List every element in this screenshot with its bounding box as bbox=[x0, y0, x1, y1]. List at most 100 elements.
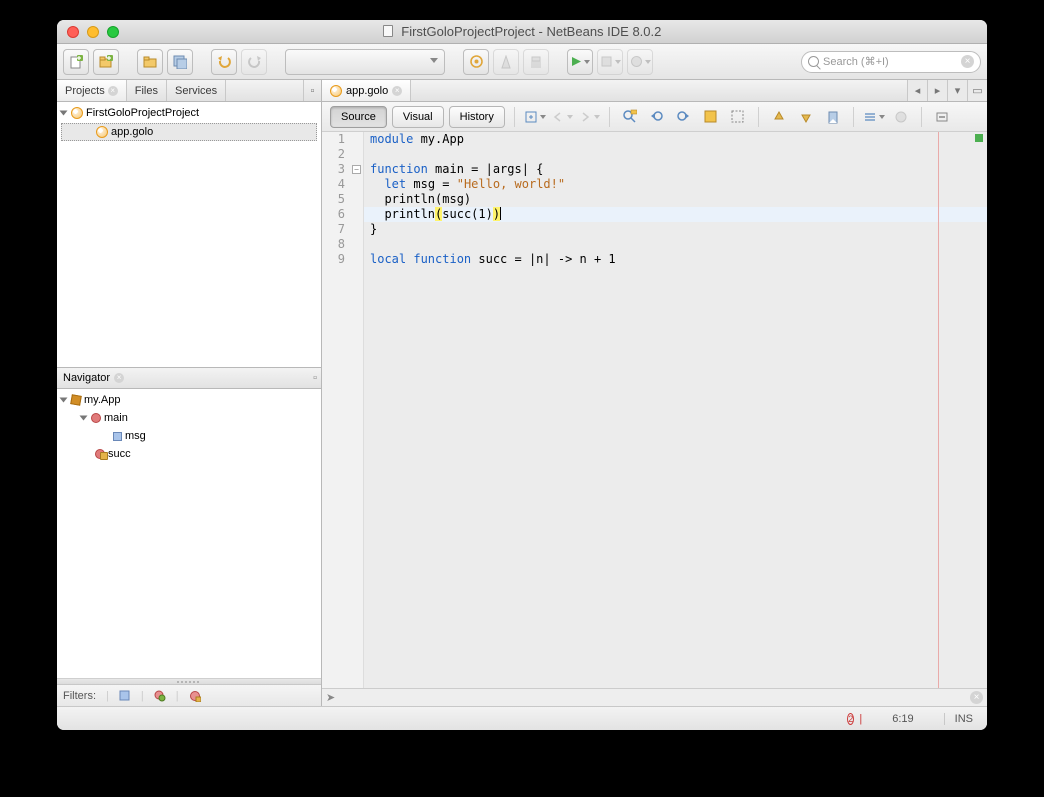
filter-public-icon[interactable] bbox=[154, 690, 166, 702]
prev-bookmark-button[interactable] bbox=[768, 106, 790, 128]
toggle-highlight-button[interactable] bbox=[700, 106, 722, 128]
code-line: function main = |args| { bbox=[364, 162, 987, 177]
nav-module-label: my.App bbox=[84, 394, 120, 406]
status-cursor-position: 6:19 bbox=[892, 713, 913, 725]
nav-module-node[interactable]: my.App bbox=[57, 391, 321, 409]
editor-area: app.golo × ◂ ▸ ▾ ▭ Source Visual History bbox=[322, 80, 987, 706]
golo-file-icon bbox=[330, 85, 342, 97]
code-line bbox=[364, 237, 987, 252]
golo-project-icon bbox=[71, 107, 83, 119]
tab-files[interactable]: Files bbox=[127, 80, 167, 101]
scroll-tabs-left-button[interactable]: ◂ bbox=[907, 80, 927, 101]
macro-button[interactable] bbox=[890, 106, 912, 128]
close-icon[interactable]: × bbox=[108, 86, 118, 96]
tab-services[interactable]: Services bbox=[167, 80, 226, 101]
toggle-rect-select-button[interactable] bbox=[727, 106, 749, 128]
maximize-editor-button[interactable]: ▭ bbox=[967, 80, 987, 101]
project-file-label: app.golo bbox=[111, 126, 153, 138]
navigator-tree[interactable]: my.App main msg succ bbox=[57, 389, 321, 678]
minimize-panel-button[interactable]: ▫ bbox=[313, 372, 317, 384]
run-button[interactable] bbox=[567, 49, 593, 75]
code-area[interactable]: module my.App function main = |args| { l… bbox=[364, 132, 987, 688]
clear-search-icon[interactable]: × bbox=[961, 55, 974, 68]
view-visual-button[interactable]: Visual bbox=[392, 106, 444, 128]
editor-tab-label: app.golo bbox=[346, 85, 388, 97]
code-line: println(msg) bbox=[364, 192, 987, 207]
left-panel-tabs: Projects × Files Services ▫ bbox=[57, 80, 321, 102]
view-history-button[interactable]: History bbox=[449, 106, 505, 128]
expand-icon[interactable] bbox=[80, 416, 88, 421]
close-tab-icon[interactable]: × bbox=[392, 86, 402, 96]
find-next-button[interactable] bbox=[673, 106, 695, 128]
error-badge-icon: 2 bbox=[847, 713, 854, 725]
project-file-node[interactable]: app.golo bbox=[61, 123, 317, 141]
tab-services-label: Services bbox=[175, 85, 217, 97]
build-button[interactable] bbox=[463, 49, 489, 75]
code-editor[interactable]: 1 2 3− 4 5 6 7 8 9 module my.App functio… bbox=[322, 132, 987, 688]
navigator-filters: Filters: | | | bbox=[57, 684, 321, 706]
editor-toolbar: Source Visual History bbox=[322, 102, 987, 132]
close-icon[interactable]: × bbox=[114, 373, 124, 383]
breadcrumb-nav-icon[interactable]: ➤ bbox=[326, 691, 335, 704]
find-prev-button[interactable] bbox=[646, 106, 668, 128]
code-line: } bbox=[364, 222, 987, 237]
status-insert-mode[interactable]: INS bbox=[944, 713, 973, 725]
function-icon bbox=[91, 413, 101, 423]
expand-icon[interactable] bbox=[60, 111, 68, 116]
editor-tabs: app.golo × ◂ ▸ ▾ ▭ bbox=[322, 80, 987, 102]
fold-toggle-icon[interactable]: − bbox=[352, 165, 361, 174]
content-area: Projects × Files Services ▫ FirstGoloPro… bbox=[57, 80, 987, 706]
status-errors[interactable]: 2 | bbox=[847, 713, 862, 725]
ide-window: FirstGoloProjectProject - NetBeans IDE 8… bbox=[57, 20, 987, 730]
projects-tree[interactable]: FirstGoloProjectProject app.golo bbox=[57, 102, 321, 367]
search-placeholder: Search (⌘+I) bbox=[823, 55, 889, 68]
new-file-button[interactable] bbox=[63, 49, 89, 75]
tab-files-label: Files bbox=[135, 85, 158, 97]
nav-succ-node[interactable]: succ bbox=[57, 445, 321, 463]
expand-icon[interactable] bbox=[60, 398, 68, 403]
editor-tab-app-golo[interactable]: app.golo × bbox=[322, 80, 411, 101]
nav-main-node[interactable]: main bbox=[57, 409, 321, 427]
quick-search[interactable]: Search (⌘+I) × bbox=[801, 51, 981, 73]
last-edit-button[interactable] bbox=[524, 106, 546, 128]
back-button[interactable] bbox=[551, 106, 573, 128]
filter-fields-icon[interactable] bbox=[119, 690, 131, 702]
view-source-button[interactable]: Source bbox=[330, 106, 387, 128]
config-dropdown[interactable] bbox=[285, 49, 445, 75]
forward-button[interactable] bbox=[578, 106, 600, 128]
redo-button[interactable] bbox=[241, 49, 267, 75]
scroll-tabs-right-button[interactable]: ▸ bbox=[927, 80, 947, 101]
profile-button[interactable] bbox=[627, 49, 653, 75]
window-title: FirstGoloProjectProject - NetBeans IDE 8… bbox=[57, 24, 987, 39]
main-toolbar: Search (⌘+I) × bbox=[57, 44, 987, 80]
undo-button[interactable] bbox=[211, 49, 237, 75]
save-all-button[interactable] bbox=[167, 49, 193, 75]
next-bookmark-button[interactable] bbox=[795, 106, 817, 128]
new-project-button[interactable] bbox=[93, 49, 119, 75]
clean-button[interactable] bbox=[523, 49, 549, 75]
tab-list-button[interactable]: ▾ bbox=[947, 80, 967, 101]
tab-projects[interactable]: Projects × bbox=[57, 80, 127, 101]
comment-button[interactable] bbox=[931, 106, 953, 128]
shift-left-button[interactable] bbox=[863, 106, 885, 128]
clean-build-button[interactable] bbox=[493, 49, 519, 75]
line-gutter[interactable]: 1 2 3− 4 5 6 7 8 9 bbox=[322, 132, 364, 688]
nav-msg-label: msg bbox=[125, 430, 146, 442]
minimize-panel-button[interactable]: ▫ bbox=[303, 80, 321, 101]
open-project-button[interactable] bbox=[137, 49, 163, 75]
nav-msg-node[interactable]: msg bbox=[57, 427, 321, 445]
text-caret bbox=[500, 207, 501, 220]
code-line: let msg = "Hello, world!" bbox=[364, 177, 987, 192]
project-root-node[interactable]: FirstGoloProjectProject bbox=[57, 104, 321, 122]
right-margin-line bbox=[938, 132, 939, 688]
module-icon bbox=[70, 394, 82, 406]
filter-private-icon[interactable] bbox=[189, 690, 201, 702]
golo-file-icon bbox=[96, 126, 108, 138]
find-selection-button[interactable] bbox=[619, 106, 641, 128]
close-editor-icon[interactable]: × bbox=[970, 691, 983, 704]
project-root-label: FirstGoloProjectProject bbox=[86, 107, 199, 119]
debug-button[interactable] bbox=[597, 49, 623, 75]
panel-resize-grip[interactable] bbox=[57, 678, 321, 684]
navigator-title: Navigator bbox=[63, 372, 110, 384]
toggle-bookmark-button[interactable] bbox=[822, 106, 844, 128]
